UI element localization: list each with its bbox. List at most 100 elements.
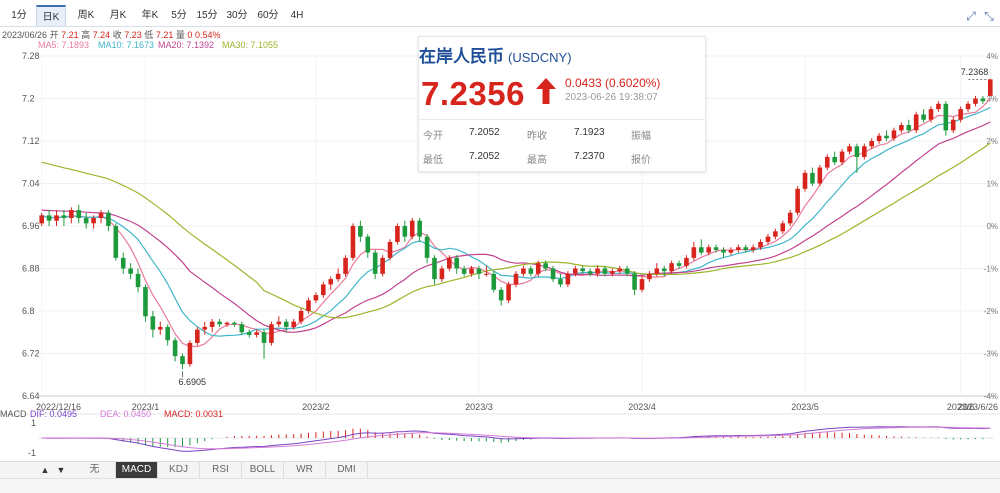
candle-body [513, 273, 519, 285]
ohlc-volume: 0 [187, 30, 193, 40]
candle-body [195, 329, 200, 343]
tab-3[interactable]: 月K [104, 5, 132, 27]
candle-body [921, 114, 926, 120]
candle-body [276, 321, 282, 325]
candle-body [965, 103, 971, 110]
candle-body [313, 295, 319, 301]
quote-time: 2023-06-26 19:38:07 [565, 92, 658, 103]
candle-body [535, 263, 541, 274]
candle-body [261, 332, 267, 343]
quote-name: 在岸人民币 [419, 47, 504, 66]
y-tick-label: 7.04 [22, 179, 40, 189]
candle-body [913, 114, 919, 131]
candle-body [224, 322, 230, 325]
tab-9[interactable]: 4H [286, 5, 308, 27]
candle-body [617, 268, 623, 272]
tab-7[interactable]: 30分 [224, 5, 250, 27]
candle-body [684, 257, 689, 266]
indicator-tab-1[interactable]: MACD [116, 462, 158, 478]
tab-0[interactable]: 1分 [6, 5, 32, 27]
ma-legend-item: MA20: 7.1392 [158, 40, 215, 50]
candle-body [432, 257, 437, 280]
candle-body [736, 247, 741, 250]
candle-body [758, 241, 763, 248]
quote-field-value: 7.1923 [574, 127, 605, 138]
x-tick-label: 2023/5 [791, 402, 819, 412]
candle-body [795, 188, 800, 213]
triangle-down-icon[interactable]: ▼ [54, 462, 68, 478]
candle-body [484, 273, 489, 275]
candle-body [743, 247, 749, 250]
candle-body [721, 249, 726, 253]
candle-body [936, 103, 941, 110]
candle-body [335, 273, 341, 280]
candle-body [187, 342, 193, 365]
macd-title: MACD [0, 409, 27, 419]
triangle-up-icon[interactable]: ▲ [38, 462, 52, 478]
quote-field-label: 今开 [423, 131, 443, 142]
quote-title: 在岸人民币 (USDCNY) [419, 42, 572, 67]
ohlc-low: 7.21 [155, 30, 174, 40]
range-navigator[interactable] [0, 478, 1000, 493]
candle-body [91, 218, 96, 224]
candle-body [209, 321, 215, 327]
candle-body [254, 332, 259, 335]
quote-field-value: 7.2052 [469, 127, 500, 138]
quote-field-value: 7.2370 [574, 151, 605, 162]
tab-4[interactable]: 年K [136, 5, 164, 27]
indicator-tab-6[interactable]: DMI [326, 462, 368, 478]
tab-2[interactable]: 周K [72, 5, 100, 27]
candle-body [639, 279, 645, 290]
tab-5[interactable]: 5分 [168, 5, 190, 27]
candle-body [773, 231, 778, 237]
candle-body [810, 172, 815, 184]
candle-body [180, 356, 185, 365]
pct-tick-label: -1% [984, 265, 998, 274]
candle-body [661, 268, 667, 272]
candle-body [706, 247, 711, 253]
candle-body [876, 135, 882, 141]
candle-body [572, 268, 578, 274]
macd-dif: DIF: 0.0495 [30, 409, 78, 419]
candle-body [372, 252, 378, 274]
candle-body [380, 257, 385, 274]
ohlc-change: 0.54% [194, 30, 221, 40]
tab-8[interactable]: 60分 [254, 5, 282, 27]
x-tick-label: 2023/2 [302, 402, 330, 412]
quote-change: 0.0433 (0.6020%) [565, 76, 661, 90]
candle-body [669, 263, 674, 272]
y-tick-label: 6.96 [22, 221, 40, 231]
candle-body [906, 125, 912, 131]
ohlc-high-label: 高 [81, 30, 91, 40]
candle-body [884, 135, 889, 139]
tab-1[interactable]: 日K [36, 5, 66, 27]
candle-body [306, 300, 311, 311]
y-tick-label: 7.12 [22, 136, 40, 146]
indicator-tab-4[interactable]: BOLL [242, 462, 284, 478]
candle-body [239, 324, 245, 333]
candle-body [558, 279, 563, 285]
indicator-tab-3[interactable]: RSI [200, 462, 242, 478]
candle-body [565, 273, 571, 285]
candle-body [854, 146, 860, 157]
candle-body [543, 263, 548, 269]
candle-body [624, 268, 630, 274]
shrink-icon[interactable]: ⤡ [982, 9, 996, 23]
tab-6[interactable]: 15分 [194, 5, 220, 27]
candle-body [647, 273, 652, 280]
indicator-tab-0[interactable]: 无 [74, 462, 116, 478]
quote-panel: 在岸人民币 (USDCNY) 7.2356 0.0433 (0.6020%) 20… [418, 36, 706, 172]
candle-body [491, 273, 497, 290]
candle-body [321, 284, 326, 296]
candle-body [61, 215, 67, 219]
candle-body [439, 268, 445, 280]
expand-icon[interactable]: ⤢ [964, 9, 978, 23]
candle-body [476, 268, 482, 274]
indicator-tab-2[interactable]: KDJ [158, 462, 200, 478]
candle-body [958, 109, 963, 120]
indicator-tab-5[interactable]: WR [284, 462, 326, 478]
candle-body [817, 167, 823, 184]
x-tick-label: 2023/4 [628, 402, 656, 412]
candle-body [899, 125, 904, 131]
candle-body [839, 151, 845, 163]
